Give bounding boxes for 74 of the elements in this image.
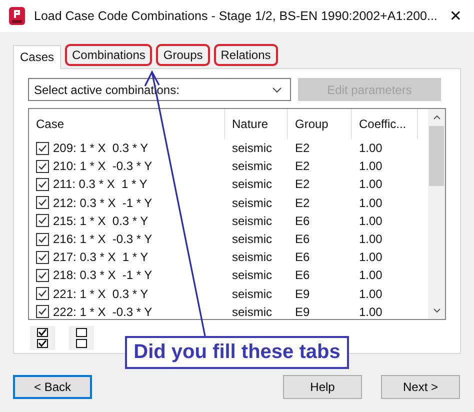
- checkbox[interactable]: [36, 214, 49, 228]
- deselect-all-button[interactable]: [69, 326, 94, 350]
- column-header[interactable]: Coeffic...: [352, 109, 418, 139]
- chevron-down-icon: [272, 86, 282, 92]
- table-cell: 1.00: [359, 286, 382, 301]
- dialog-button[interactable]: < Back: [13, 375, 92, 399]
- close-button[interactable]: ✕: [445, 7, 466, 25]
- table-cell: E6: [295, 232, 310, 246]
- table-cell: E9: [295, 304, 310, 319]
- table-cell: 1.00: [359, 304, 382, 319]
- table-cell: 217: 0.3 * X 1 * Y: [53, 250, 148, 264]
- table-cell: E6: [295, 268, 310, 282]
- checkbox[interactable]: [36, 196, 49, 210]
- table-cell: E6: [295, 250, 310, 264]
- checkbox[interactable]: [36, 287, 49, 300]
- table-cell: seismic: [232, 177, 272, 192]
- checkbox[interactable]: [36, 142, 49, 155]
- table-cell: seismic: [232, 268, 272, 282]
- tab[interactable]: Relations: [214, 44, 278, 66]
- checkbox[interactable]: [36, 305, 49, 318]
- table-cell: 222: 1 * X -0.3 * Y: [53, 304, 152, 319]
- table-cell: 1.00: [359, 141, 382, 156]
- dialog-button[interactable]: Next >: [381, 375, 460, 399]
- table-cell: E2: [295, 141, 310, 156]
- callout-text: Did you fill these tabs: [125, 336, 349, 369]
- tab[interactable]: Cases: [13, 45, 62, 69]
- table-cell: seismic: [232, 304, 272, 319]
- table-cell: E2: [295, 159, 310, 174]
- column-header[interactable]: Nature: [225, 109, 288, 139]
- app-logo-icon: [8, 6, 26, 26]
- table-cell: seismic: [232, 196, 272, 210]
- scroll-down-icon: [432, 308, 440, 313]
- column-header[interactable]: Group: [288, 109, 352, 139]
- table-cell: seismic: [232, 250, 272, 264]
- table-cell: 209: 1 * X 0.3 * Y: [53, 141, 148, 156]
- table-cell: 1.00: [359, 177, 382, 192]
- table-cell: 210: 1 * X -0.3 * Y: [53, 159, 152, 174]
- table-cell: E9: [295, 286, 310, 301]
- table-cell: E2: [295, 196, 310, 210]
- table-cell: 1.00: [359, 250, 382, 264]
- table-cell: 1.00: [359, 232, 382, 246]
- table-cell: seismic: [232, 286, 272, 301]
- scrollbar[interactable]: [428, 109, 445, 319]
- tab[interactable]: Combinations: [65, 44, 152, 66]
- table-cell: 1.00: [359, 214, 382, 228]
- checkbox[interactable]: [36, 178, 49, 191]
- tab[interactable]: Groups: [156, 44, 210, 66]
- table-cell: 1.00: [359, 159, 382, 174]
- checkbox[interactable]: [36, 250, 49, 264]
- table-cell: E2: [295, 177, 310, 192]
- empty-boxes-icon: [76, 328, 87, 348]
- select-all-button[interactable]: [30, 326, 55, 350]
- scroll-thumb[interactable]: [429, 126, 444, 186]
- scroll-up-icon: [432, 115, 440, 120]
- table-cell: 215: 1 * X 0.3 * Y: [53, 214, 148, 228]
- table-cell: 211: 0.3 * X 1 * Y: [53, 177, 148, 192]
- table-cell: seismic: [232, 159, 272, 174]
- dialog-button[interactable]: Help: [283, 375, 362, 399]
- table-cell: 212: 0.3 * X -1 * Y: [53, 196, 152, 210]
- checkbox[interactable]: [36, 160, 49, 173]
- table-cell: 221: 1 * X 0.3 * Y: [53, 286, 148, 301]
- table-cell: 1.00: [359, 268, 382, 282]
- checkbox[interactable]: [36, 268, 49, 282]
- table-cell: 216: 1 * X -0.3 * Y: [53, 232, 152, 246]
- checked-boxes-icon: [37, 328, 48, 348]
- window-title: Load Case Code Combinations - Stage 1/2, BS-EN 1990:2002+A1:200...: [34, 9, 438, 23]
- table-cell: 1.00: [359, 196, 382, 210]
- table-cell: seismic: [232, 232, 272, 246]
- table-cell: seismic: [232, 214, 272, 228]
- table-cell: E6: [295, 214, 310, 228]
- checkbox[interactable]: [36, 232, 49, 246]
- table-cell: seismic: [232, 141, 272, 156]
- column-header[interactable]: Case: [29, 109, 225, 139]
- table-cell: 218: 0.3 * X -1 * Y: [53, 268, 152, 282]
